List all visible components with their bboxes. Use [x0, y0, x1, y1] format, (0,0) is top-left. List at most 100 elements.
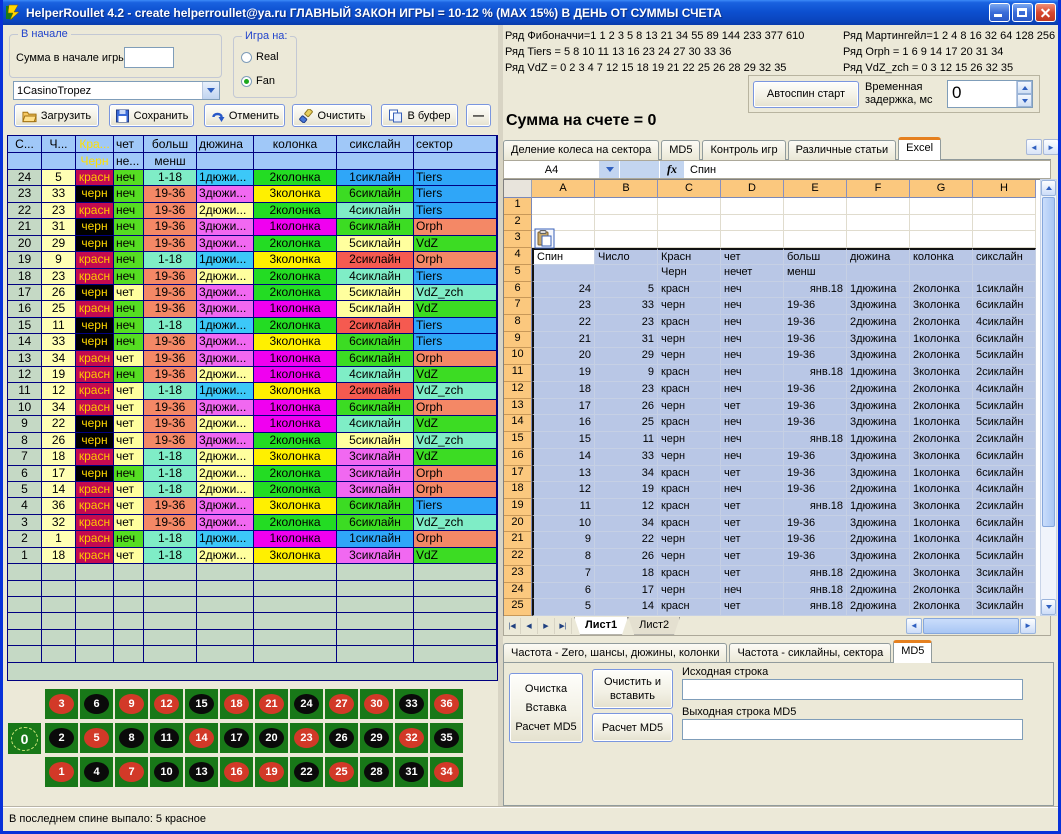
excel-cell-D17[interactable]: чет	[721, 466, 784, 483]
roulette-cell-15[interactable]: 15	[185, 689, 218, 719]
roulette-cell-36[interactable]: 36	[430, 689, 463, 719]
excel-cell-A4[interactable]: Спин	[532, 248, 595, 265]
vertical-scroll-thumb[interactable]	[1042, 197, 1055, 527]
excel-cell-A1[interactable]	[532, 198, 595, 215]
roulette-cell-23[interactable]: 23	[290, 723, 323, 753]
excel-cell-A11[interactable]: 19	[532, 365, 595, 382]
excel-cell-E1[interactable]	[784, 198, 847, 215]
excel-row-header-25[interactable]: 25	[504, 599, 532, 616]
excel-cell-D1[interactable]	[721, 198, 784, 215]
excel-cell-E10[interactable]: 19-36	[784, 348, 847, 365]
excel-cell-B2[interactable]	[595, 215, 658, 232]
excel-row-header-6[interactable]: 6	[504, 282, 532, 299]
excel-column-header-C[interactable]: C	[658, 180, 721, 198]
excel-cell-E25[interactable]: янв.18	[784, 599, 847, 616]
roulette-cell-11[interactable]: 11	[150, 723, 183, 753]
excel-cell-D7[interactable]: неч	[721, 298, 784, 315]
excel-cell-D21[interactable]: чет	[721, 532, 784, 549]
excel-cell-E14[interactable]: 19-36	[784, 415, 847, 432]
excel-cell-C24[interactable]: черн	[658, 583, 721, 600]
excel-row-header-5[interactable]: 5	[504, 265, 532, 282]
roulette-cell-14[interactable]: 14	[185, 723, 218, 753]
excel-cell-F1[interactable]	[847, 198, 910, 215]
excel-cell-D4[interactable]: чет	[721, 248, 784, 265]
excel-cell-E13[interactable]: 19-36	[784, 399, 847, 416]
excel-cell-C16[interactable]: черн	[658, 449, 721, 466]
roulette-cell-6[interactable]: 6	[80, 689, 113, 719]
excel-cell-D25[interactable]: чет	[721, 599, 784, 616]
excel-cell-B11[interactable]: 9	[595, 365, 658, 382]
excel-cell-B20[interactable]: 34	[595, 516, 658, 533]
name-box-dropdown[interactable]	[600, 161, 619, 178]
roulette-cell-9[interactable]: 9	[115, 689, 148, 719]
fx-icon[interactable]: fx	[659, 161, 684, 178]
excel-cell-E20[interactable]: 19-36	[784, 516, 847, 533]
excel-cell-B25[interactable]: 14	[595, 599, 658, 616]
clear-button[interactable]: Очистить	[292, 104, 372, 127]
scroll-down-button[interactable]	[1041, 599, 1056, 615]
undo-button[interactable]: Отменить	[204, 104, 285, 127]
excel-cell-G5[interactable]	[910, 265, 973, 282]
excel-cell-A5[interactable]	[532, 265, 595, 282]
excel-cell-H15[interactable]: 2сиклайн	[973, 432, 1036, 449]
excel-corner-cell[interactable]	[504, 180, 532, 198]
excel-cell-F16[interactable]: 3дюжина	[847, 449, 910, 466]
bottom-tab[interactable]: Частота - Zero, шансы, дюжины, колонки	[503, 643, 727, 663]
roulette-cell-27[interactable]: 27	[325, 689, 358, 719]
excel-cell-F3[interactable]	[847, 231, 910, 248]
collapse-button[interactable]: —	[466, 104, 491, 127]
excel-row-header-10[interactable]: 10	[504, 348, 532, 365]
excel-cell-H14[interactable]: 5сиклайн	[973, 415, 1036, 432]
excel-cell-G21[interactable]: 1колонка	[910, 532, 973, 549]
excel-cell-A21[interactable]: 9	[532, 532, 595, 549]
excel-cell-E8[interactable]: 19-36	[784, 315, 847, 332]
excel-cell-D18[interactable]: неч	[721, 482, 784, 499]
excel-cell-G23[interactable]: 3колонка	[910, 566, 973, 583]
roulette-cell-29[interactable]: 29	[360, 723, 393, 753]
excel-cell-A10[interactable]: 20	[532, 348, 595, 365]
scroll-left-button[interactable]: ◄	[906, 618, 922, 634]
excel-cell-G4[interactable]: колонка	[910, 248, 973, 265]
excel-cell-B4[interactable]: Число	[595, 248, 658, 265]
excel-cell-B14[interactable]: 25	[595, 415, 658, 432]
excel-cell-G20[interactable]: 1колонка	[910, 516, 973, 533]
excel-cell-G19[interactable]: 3колонка	[910, 499, 973, 516]
excel-cell-D11[interactable]: неч	[721, 365, 784, 382]
roulette-cell-26[interactable]: 26	[325, 723, 358, 753]
excel-cell-B22[interactable]: 26	[595, 549, 658, 566]
excel-cell-C9[interactable]: черн	[658, 332, 721, 349]
excel-cell-H3[interactable]	[973, 231, 1036, 248]
main-tab[interactable]: Различные статьи	[788, 140, 897, 160]
roulette-cell-2[interactable]: 2	[45, 723, 78, 753]
excel-cell-H22[interactable]: 5сиклайн	[973, 549, 1036, 566]
roulette-cell-28[interactable]: 28	[360, 757, 393, 787]
roulette-cell-13[interactable]: 13	[185, 757, 218, 787]
excel-cell-E9[interactable]: 19-36	[784, 332, 847, 349]
scroll-up-button[interactable]	[1041, 180, 1056, 196]
title-bar[interactable]: HelperRoullet 4.2 - create helperroullet…	[0, 0, 1061, 25]
excel-cell-B5[interactable]	[595, 265, 658, 282]
excel-cell-C7[interactable]: черн	[658, 298, 721, 315]
bottom-tab[interactable]: Частота - сиклайны, сектора	[729, 643, 891, 663]
excel-cell-B12[interactable]: 23	[595, 382, 658, 399]
excel-cell-H12[interactable]: 4сиклайн	[973, 382, 1036, 399]
excel-cell-F19[interactable]: 1дюжина	[847, 499, 910, 516]
excel-row-header-14[interactable]: 14	[504, 415, 532, 432]
excel-cell-C25[interactable]: красн	[658, 599, 721, 616]
excel-cell-H20[interactable]: 6сиклайн	[973, 516, 1036, 533]
excel-cell-D13[interactable]: чет	[721, 399, 784, 416]
horizontal-scrollbar[interactable]: ◄ ►	[906, 618, 1036, 634]
excel-cell-F5[interactable]	[847, 265, 910, 282]
excel-cell-G22[interactable]: 2колонка	[910, 549, 973, 566]
excel-cell-E2[interactable]	[784, 215, 847, 232]
excel-cell-B8[interactable]: 23	[595, 315, 658, 332]
excel-cell-G12[interactable]: 2колонка	[910, 382, 973, 399]
excel-row-header-20[interactable]: 20	[504, 516, 532, 533]
output-string-input[interactable]	[682, 719, 1023, 740]
excel-cell-D24[interactable]: неч	[721, 583, 784, 600]
excel-cell-G14[interactable]: 1колонка	[910, 415, 973, 432]
excel-cell-H19[interactable]: 2сиклайн	[973, 499, 1036, 516]
excel-cell-D14[interactable]: неч	[721, 415, 784, 432]
excel-cell-E3[interactable]	[784, 231, 847, 248]
horizontal-scroll-thumb[interactable]	[923, 618, 1019, 634]
